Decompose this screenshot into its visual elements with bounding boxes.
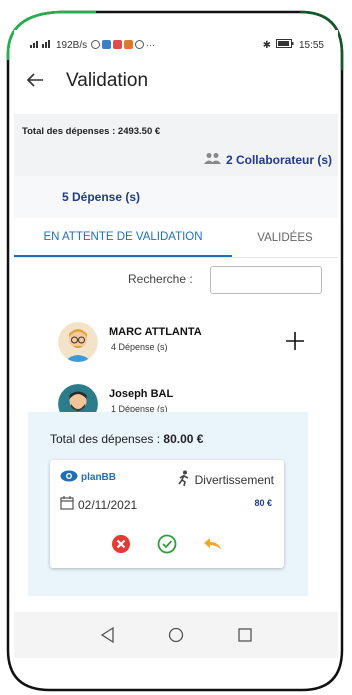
search-input[interactable] [210, 266, 322, 294]
date-label: 02/11/2021 [78, 497, 138, 512]
page-title: Validation [66, 70, 149, 91]
bluetooth-icon: ✱ [262, 39, 271, 51]
android-nav-bar [14, 612, 338, 658]
eye-logo-icon [60, 470, 78, 485]
calendar-icon [60, 496, 74, 513]
arrow-left-icon[interactable] [26, 70, 60, 93]
collaborator-name: MARC ATTLANTA [109, 326, 202, 338]
expenses-count-row: 5 Dépense (s) [14, 176, 338, 218]
search-row: Recherche : [14, 264, 338, 308]
collaborators-label: 2 Collaborateur (s) [225, 152, 332, 167]
signal-icon [30, 39, 52, 51]
expense-actions [50, 534, 284, 554]
avatar [58, 322, 98, 362]
collaborator-total-value: 80.00 € [163, 432, 204, 446]
collaborator-row[interactable]: MARC ATTLANTA 4 Dépense (s) [14, 308, 338, 370]
total-summary: Total des dépenses : 2493.50 € 2 Collabo… [14, 114, 338, 176]
category-label: Divertissement [194, 472, 274, 487]
notification-icons: ··· [91, 40, 155, 50]
reject-icon[interactable] [111, 534, 131, 554]
nav-recents-icon[interactable] [236, 626, 254, 644]
expense-card[interactable]: planBB Divertissement 02/11/2021 80 € [50, 460, 284, 568]
app-bar: Validation [14, 60, 338, 102]
status-bar: 192B/s ··· ✱ 15:55 [14, 30, 338, 60]
tab-pending[interactable]: EN ATTENTE DE VALIDATION [14, 218, 232, 257]
search-label: Recherche : [128, 272, 193, 286]
expense-detail-panel: Total des dépenses : 80.00 € planBB Dive… [28, 412, 308, 596]
expense-date: 02/11/2021 [60, 496, 137, 513]
nav-home-icon[interactable] [167, 626, 185, 644]
expense-category: Divertissement [177, 470, 274, 489]
battery-icon [275, 39, 294, 51]
approve-icon[interactable] [157, 534, 177, 554]
clock: 15:55 [298, 39, 324, 51]
running-person-icon [177, 470, 191, 489]
total-expenses-label: Total des dépenses : 2493.50 € [22, 126, 161, 137]
collaborator-name: Joseph BAL [109, 388, 174, 400]
collaborators-link[interactable]: 2 Collaborateur (s) [203, 152, 332, 167]
undo-icon[interactable] [203, 534, 223, 554]
tab-validated[interactable]: VALIDÉES [232, 218, 338, 257]
collaborator-total: Total des dépenses : 80.00 € [50, 432, 203, 446]
expenses-count-label: 5 Dépense (s) [62, 190, 141, 204]
tab-bar: EN ATTENTE DE VALIDATION VALIDÉES [14, 218, 338, 258]
brand-logo: planBB [60, 470, 116, 485]
expand-plus-icon[interactable] [286, 328, 304, 354]
users-icon [203, 152, 222, 167]
network-speed: 192B/s [56, 39, 88, 51]
collaborator-expense-count: 4 Dépense (s) [111, 342, 168, 352]
nav-back-icon[interactable] [98, 626, 116, 644]
expense-amount: 80 € [254, 498, 272, 508]
collaborator-total-label: Total des dépenses : [50, 432, 164, 446]
brand-name: planBB [81, 472, 116, 483]
